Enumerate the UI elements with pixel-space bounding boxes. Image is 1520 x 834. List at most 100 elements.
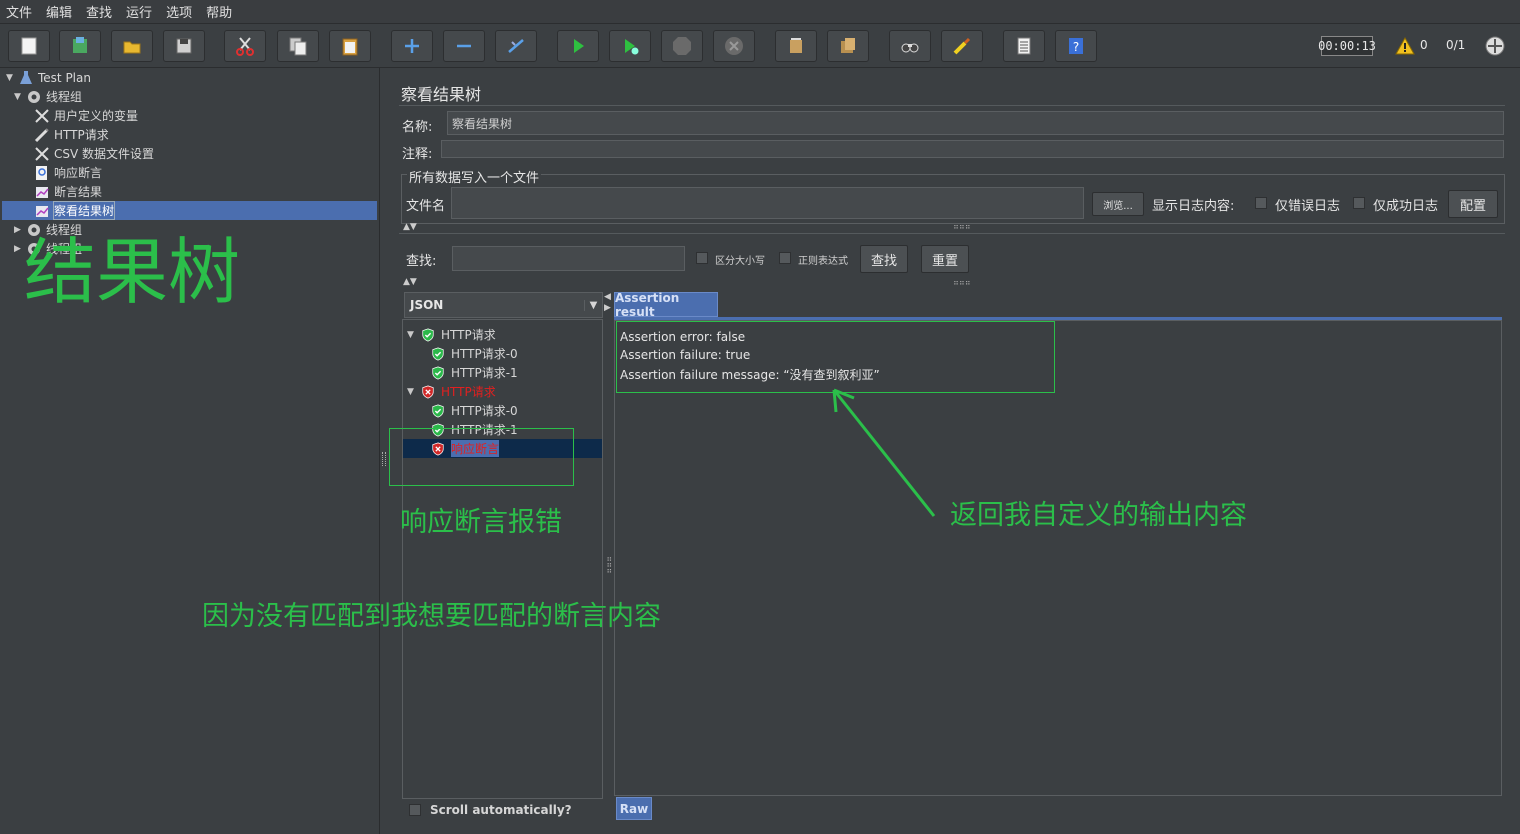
menu-run[interactable]: 运行 [126,2,152,21]
result-row[interactable]: HTTP请求-1 [403,363,602,382]
menu-file[interactable]: 文件 [6,2,32,21]
tree-label: CSV 数据文件设置 [54,147,155,161]
warning-count: 0 [1420,38,1428,52]
errors-only-label: 仅错误日志 [1275,199,1341,214]
copy-button[interactable] [277,30,319,62]
start-no-pause-icon [625,39,639,55]
tree-item-csv-config[interactable]: CSV 数据文件设置 [34,144,154,163]
main-splitter[interactable] [381,68,389,834]
start-button[interactable] [557,30,599,62]
errors-only-checkbox[interactable] [1255,197,1267,209]
result-label: HTTP请求-1 [451,366,518,380]
result-row[interactable]: HTTP请求-0 [403,344,602,363]
log-content-label: 显示日志内容: [1152,199,1235,214]
menu-help[interactable]: 帮助 [206,2,232,21]
menu-search[interactable]: 查找 [86,2,112,21]
browse-button[interactable]: 浏览... [1092,192,1144,216]
menu-options[interactable]: 选项 [166,2,192,21]
menu-edit[interactable]: 编辑 [46,2,72,21]
resize-grip-icon[interactable]: ⠶⠶⠶ [953,278,971,287]
shield-check-icon [432,347,444,360]
search-button[interactable] [889,30,931,62]
resize-grip-icon[interactable]: ⠶⠶⠶ [953,222,971,231]
wrench-icon [34,108,50,124]
configure-button[interactable]: 配置 [1448,190,1498,218]
reset-search-icon [953,37,971,55]
start-no-pause-button[interactable] [609,30,651,62]
pen-icon [34,127,50,143]
cut-button[interactable] [224,30,266,62]
comment-field[interactable] [441,140,1504,158]
search-icon [901,43,919,53]
file-label: 文件名 [406,199,446,214]
warning-icon[interactable] [1395,36,1415,56]
result-row[interactable]: ▼ HTTP请求 [403,382,602,401]
expand-toggle[interactable]: ▼ [6,73,16,83]
tree-item-response-assertion[interactable]: 响应断言 [34,163,102,182]
name-field[interactable]: 察看结果树 [447,111,1504,135]
help-icon: ? [1069,38,1083,54]
case-sensitive-checkbox[interactable] [696,252,708,264]
reset-search-button[interactable] [941,30,983,62]
test-plan-tree: ▼ Test Plan ▼ 线程组 用户定义的变量 HTTP请求 CSV 数据文… [0,68,380,834]
scroll-auto-checkbox[interactable] [409,804,421,816]
tree-item-user-vars[interactable]: 用户定义的变量 [34,106,138,125]
regex-checkbox[interactable] [779,252,791,264]
tree-item-test-plan[interactable]: ▼ Test Plan [6,68,91,87]
pane-arrows-icon[interactable]: ◀ ▶ [604,292,611,314]
expand-toggle[interactable]: ▼ [14,92,24,102]
search-input[interactable] [452,246,685,271]
save-button[interactable] [163,30,205,62]
expand-toggle[interactable]: ▶ [14,225,24,235]
expand-toggle[interactable]: ▶ [14,244,24,254]
menu-bar: 文件 编辑 查找 运行 选项 帮助 [0,0,1520,24]
tree-label: HTTP请求 [54,128,109,142]
open-icon [123,41,141,54]
help-button[interactable]: ? [1055,30,1097,62]
tree-item-view-results-tree[interactable]: 察看结果树 [2,201,377,220]
save-icon [176,38,192,54]
clear-button[interactable] [775,30,817,62]
magnifier-icon [34,165,50,181]
result-row[interactable]: ▼ HTTP请求 [403,325,602,344]
reset-button[interactable]: 重置 [921,245,969,273]
clear-all-button[interactable] [827,30,869,62]
new-button[interactable] [8,30,50,62]
chart-icon [34,203,50,219]
templates-button[interactable] [59,30,101,62]
renderer-select[interactable]: JSON ▼ [404,292,603,318]
search-label: 查找: [406,254,437,269]
toggle-button[interactable] [495,30,537,62]
tab-assertion-result[interactable]: Assertion result [614,291,718,319]
result-row[interactable]: HTTP请求-0 [403,401,602,420]
file-section-title: 所有数据写入一个文件 [407,167,542,186]
tree-item-thread-group[interactable]: ▼ 线程组 [14,87,82,106]
collapse-arrows-icon[interactable]: ▲▼ [403,277,417,287]
result-label: HTTP请求-0 [451,404,518,418]
annotation-assert-error: 响应断言报错 [400,507,562,538]
annotation-custom-output: 返回我自定义的输出内容 [950,500,1247,531]
tab-raw[interactable]: Raw [616,797,652,820]
stop-button[interactable] [661,30,703,62]
tree-label: 线程组 [46,90,83,104]
collapse-button[interactable] [443,30,485,62]
jmeter-window: 文件 编辑 查找 运行 选项 帮助 ? 00:00:13 0 0/1 ▼ Tes… [0,0,1520,834]
cut-icon [236,37,254,56]
success-only-checkbox[interactable] [1353,197,1365,209]
shutdown-button[interactable] [713,30,755,62]
collapse-arrows-icon[interactable]: ▲▼ [403,222,417,232]
expand-toggle[interactable]: ▼ [407,387,419,397]
new-icon [21,37,37,55]
tree-item-http-request[interactable]: HTTP请求 [34,125,109,144]
remote-status-icon[interactable] [1484,35,1506,57]
expand-toggle[interactable]: ▼ [407,330,419,340]
function-helper-button[interactable] [1003,30,1045,62]
open-button[interactable] [111,30,153,62]
scroll-auto-label: Scroll automatically? [430,803,572,817]
resize-grip-icon[interactable]: ⠶⠶⠶ [605,556,614,574]
paste-button[interactable] [329,30,371,62]
filename-input[interactable] [451,187,1084,219]
expand-button[interactable] [391,30,433,62]
search-button[interactable]: 查找 [860,245,908,273]
tree-item-assertion-results[interactable]: 断言结果 [34,182,102,201]
